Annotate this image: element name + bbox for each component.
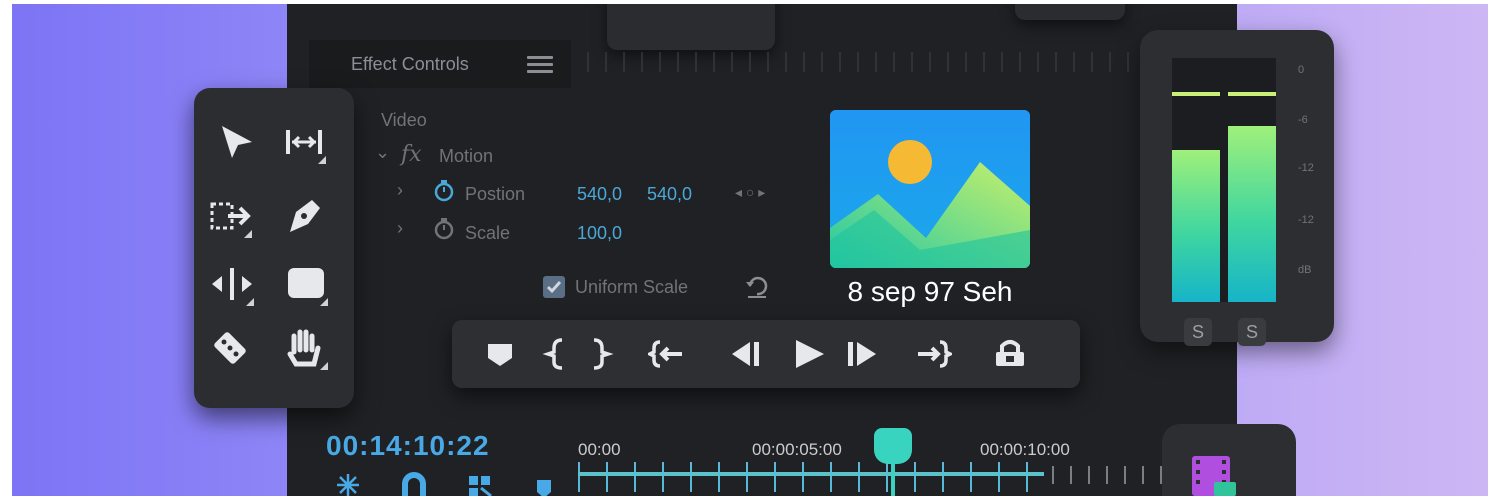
- timeline-ticks-faded: [1052, 466, 1162, 484]
- go-to-in-button[interactable]: [646, 336, 684, 372]
- level-bar-left: [1172, 150, 1220, 302]
- background: Effect Controls Video ⌄ fx Motion › Post…: [12, 4, 1488, 496]
- chevron-down-icon[interactable]: ⌄: [375, 142, 390, 163]
- video-section-label: Video: [381, 110, 427, 130]
- db-label: -12: [1298, 162, 1314, 174]
- step-back-button[interactable]: [728, 336, 764, 372]
- mark-in-button[interactable]: [540, 336, 576, 372]
- db-label: -6: [1298, 114, 1308, 126]
- marker-button[interactable]: [482, 336, 518, 372]
- preview-caption: 8 sep 97 Seh: [847, 276, 1013, 307]
- ripple-edit-tool-icon[interactable]: [206, 192, 254, 240]
- magnet-icon[interactable]: [399, 470, 429, 496]
- timeline-ruler: [587, 52, 1227, 72]
- razor-tool-icon[interactable]: [206, 324, 254, 372]
- effect-controls-header: Effect Controls: [309, 40, 571, 88]
- timeline-mark: 00:00:05:00: [752, 440, 842, 459]
- pen-tool-icon[interactable]: [280, 192, 328, 240]
- slip-tool-icon[interactable]: [208, 260, 256, 308]
- mark-out-button[interactable]: [582, 336, 618, 372]
- go-to-out-button[interactable]: [916, 336, 954, 372]
- solo-right-button[interactable]: S: [1238, 318, 1266, 346]
- position-x-value[interactable]: 540,0: [577, 184, 622, 205]
- top-panel-right: [1015, 4, 1125, 20]
- level-bar-right: [1228, 126, 1276, 302]
- stopwatch-icon[interactable]: [433, 178, 455, 202]
- audio-meter-panel: 0 -6 -12 -12 dB S S: [1140, 30, 1334, 346]
- top-panel-left: [607, 4, 775, 50]
- db-label: -12: [1298, 214, 1314, 226]
- peak-indicator-right: [1228, 92, 1276, 96]
- position-label: Postion: [465, 184, 526, 204]
- play-button[interactable]: [790, 336, 826, 372]
- reset-icon[interactable]: [743, 272, 771, 300]
- db-label: 0: [1298, 64, 1305, 76]
- playhead-line: [891, 460, 895, 496]
- solo-left-button[interactable]: S: [1184, 318, 1212, 346]
- db-label: dB: [1298, 264, 1312, 276]
- snap-icon[interactable]: [333, 470, 363, 496]
- peak-indicator-left: [1172, 92, 1220, 96]
- linked-selection-icon[interactable]: [465, 470, 495, 496]
- clip-panel: [1162, 424, 1296, 496]
- step-forward-button[interactable]: [844, 336, 880, 372]
- timeline-mark: 00:00: [578, 440, 621, 459]
- timeline-track[interactable]: [578, 472, 1044, 476]
- fx-icon: fx: [401, 142, 422, 167]
- chevron-right-icon[interactable]: ›: [397, 218, 403, 239]
- timeline-mark: 00:00:10:00: [980, 440, 1070, 459]
- scale-label: Scale: [465, 223, 511, 243]
- tools-panel: [194, 88, 354, 408]
- effect-controls-title: Effect Controls: [351, 54, 469, 74]
- rectangle-tool-icon[interactable]: [282, 260, 330, 308]
- timeline-ticks: [578, 462, 1044, 492]
- motion-label: Motion: [439, 146, 494, 166]
- transport-controls: [452, 320, 1080, 388]
- position-y-value[interactable]: 540,0: [647, 184, 692, 205]
- marker-icon[interactable]: [529, 470, 559, 496]
- hamburger-menu-icon[interactable]: [527, 53, 553, 75]
- uniform-scale-label: Uniform Scale: [575, 277, 689, 297]
- editor-window: Effect Controls Video ⌄ fx Motion › Post…: [287, 4, 1237, 496]
- film-clip-icon[interactable]: [1190, 452, 1238, 496]
- selection-tool-icon[interactable]: [212, 118, 260, 166]
- audio-meter: [1172, 58, 1276, 302]
- keyframe-nav-icon[interactable]: ◂ ○ ▸: [735, 184, 765, 201]
- image-icon: [830, 110, 1030, 268]
- chevron-right-icon[interactable]: ›: [397, 180, 403, 201]
- uniform-scale-checkbox[interactable]: [543, 276, 565, 298]
- timecode-display[interactable]: 00:14:10:22: [326, 430, 490, 462]
- scale-value[interactable]: 100,0: [577, 223, 622, 244]
- track-select-tool-icon[interactable]: [280, 118, 328, 166]
- stopwatch-icon[interactable]: [433, 216, 455, 240]
- hand-tool-icon[interactable]: [282, 324, 330, 372]
- lift-button[interactable]: [992, 336, 1028, 372]
- playhead[interactable]: [874, 428, 912, 464]
